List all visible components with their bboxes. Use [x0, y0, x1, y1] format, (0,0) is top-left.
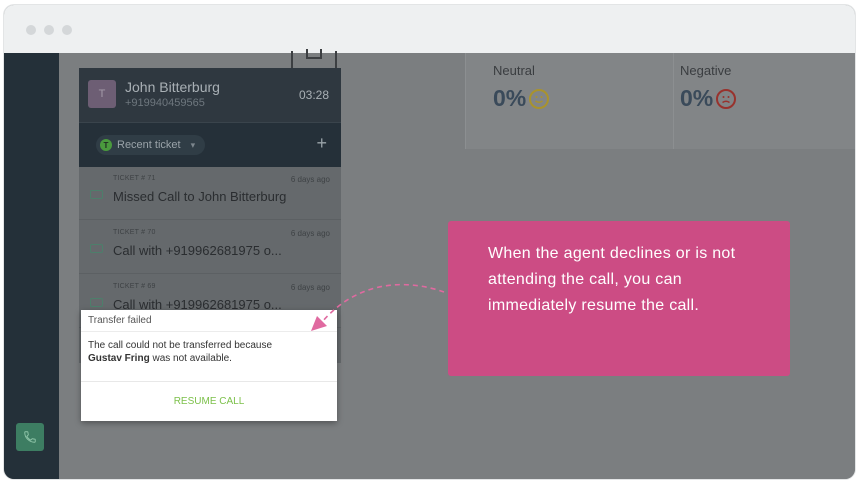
- phone-button[interactable]: [16, 423, 44, 451]
- sentiment-negative-card: Negative 0%: [673, 53, 855, 149]
- unavailable-agent-name: Gustav Fring: [88, 353, 150, 364]
- call-header: T John Bitterburg +919940459565 03:28: [79, 68, 341, 122]
- callout-text: When the agent declines or is not attend…: [488, 245, 736, 314]
- ticket-age: 6 days ago: [290, 229, 330, 238]
- ticket-icon: [90, 244, 103, 253]
- dashboard-widget-icon-inner: [306, 49, 322, 59]
- ticket-icon: [90, 190, 103, 199]
- ticket-number: TICKET # 69: [113, 283, 156, 290]
- neutral-label: Neutral: [493, 63, 535, 78]
- ticket-icon: [90, 298, 103, 307]
- ticket-title: Call with +919962681975 o...: [113, 243, 282, 258]
- add-ticket-button[interactable]: +: [316, 133, 327, 154]
- negative-face-icon: [716, 89, 737, 109]
- caller-avatar: T: [88, 80, 116, 108]
- ticket-toolbar: T Recent ticket ▾ +: [79, 122, 341, 167]
- neutral-value-row: 0%: [493, 85, 550, 112]
- neutral-value: 0%: [493, 85, 527, 111]
- ticket-list-item[interactable]: TICKET # 71 6 days ago Missed Call to Jo…: [79, 166, 341, 220]
- caller-number: +919940459565: [125, 97, 205, 109]
- resume-call-button[interactable]: RESUME CALL: [81, 382, 337, 421]
- popup-message-prefix: The call could not be transferred becaus…: [88, 340, 272, 351]
- ticket-age: 6 days ago: [290, 283, 330, 292]
- ticket-list-item[interactable]: TICKET # 70 6 days ago Call with +919962…: [79, 220, 341, 274]
- caller-name[interactable]: John Bitterburg: [125, 79, 220, 95]
- call-timer: 03:28: [298, 88, 329, 102]
- close-window-dot[interactable]: [26, 25, 36, 35]
- window-titlebar: [4, 5, 855, 53]
- ticket-number: TICKET # 71: [113, 175, 156, 182]
- minimize-window-dot[interactable]: [44, 25, 54, 35]
- left-sidebar: [4, 53, 59, 479]
- neutral-face-icon: [529, 89, 550, 109]
- chevron-down-icon: ▾: [190, 139, 196, 150]
- ticket-number: TICKET # 70: [113, 229, 156, 236]
- recent-ticket-dropdown[interactable]: T Recent ticket ▾: [96, 135, 206, 155]
- ticket-age: 6 days ago: [290, 175, 330, 184]
- transfer-failed-popup: Transfer failed The call could not be tr…: [81, 310, 337, 421]
- sentiment-neutral-card: Neutral 0%: [465, 53, 674, 149]
- phone-icon: [24, 431, 36, 443]
- ticket-badge-icon: T: [100, 139, 112, 151]
- negative-label: Negative: [680, 63, 732, 78]
- tooltip-callout: When the agent declines or is not attend…: [448, 221, 790, 376]
- popup-message: The call could not be transferred becaus…: [88, 339, 328, 365]
- negative-value: 0%: [680, 85, 714, 111]
- recent-ticket-label: Recent ticket: [117, 139, 181, 151]
- maximize-window-dot[interactable]: [62, 25, 72, 35]
- popup-title: Transfer failed: [81, 310, 337, 332]
- popup-message-suffix: was not available.: [152, 353, 232, 364]
- negative-value-row: 0%: [680, 85, 737, 112]
- ticket-title: Missed Call to John Bitterburg: [113, 189, 287, 204]
